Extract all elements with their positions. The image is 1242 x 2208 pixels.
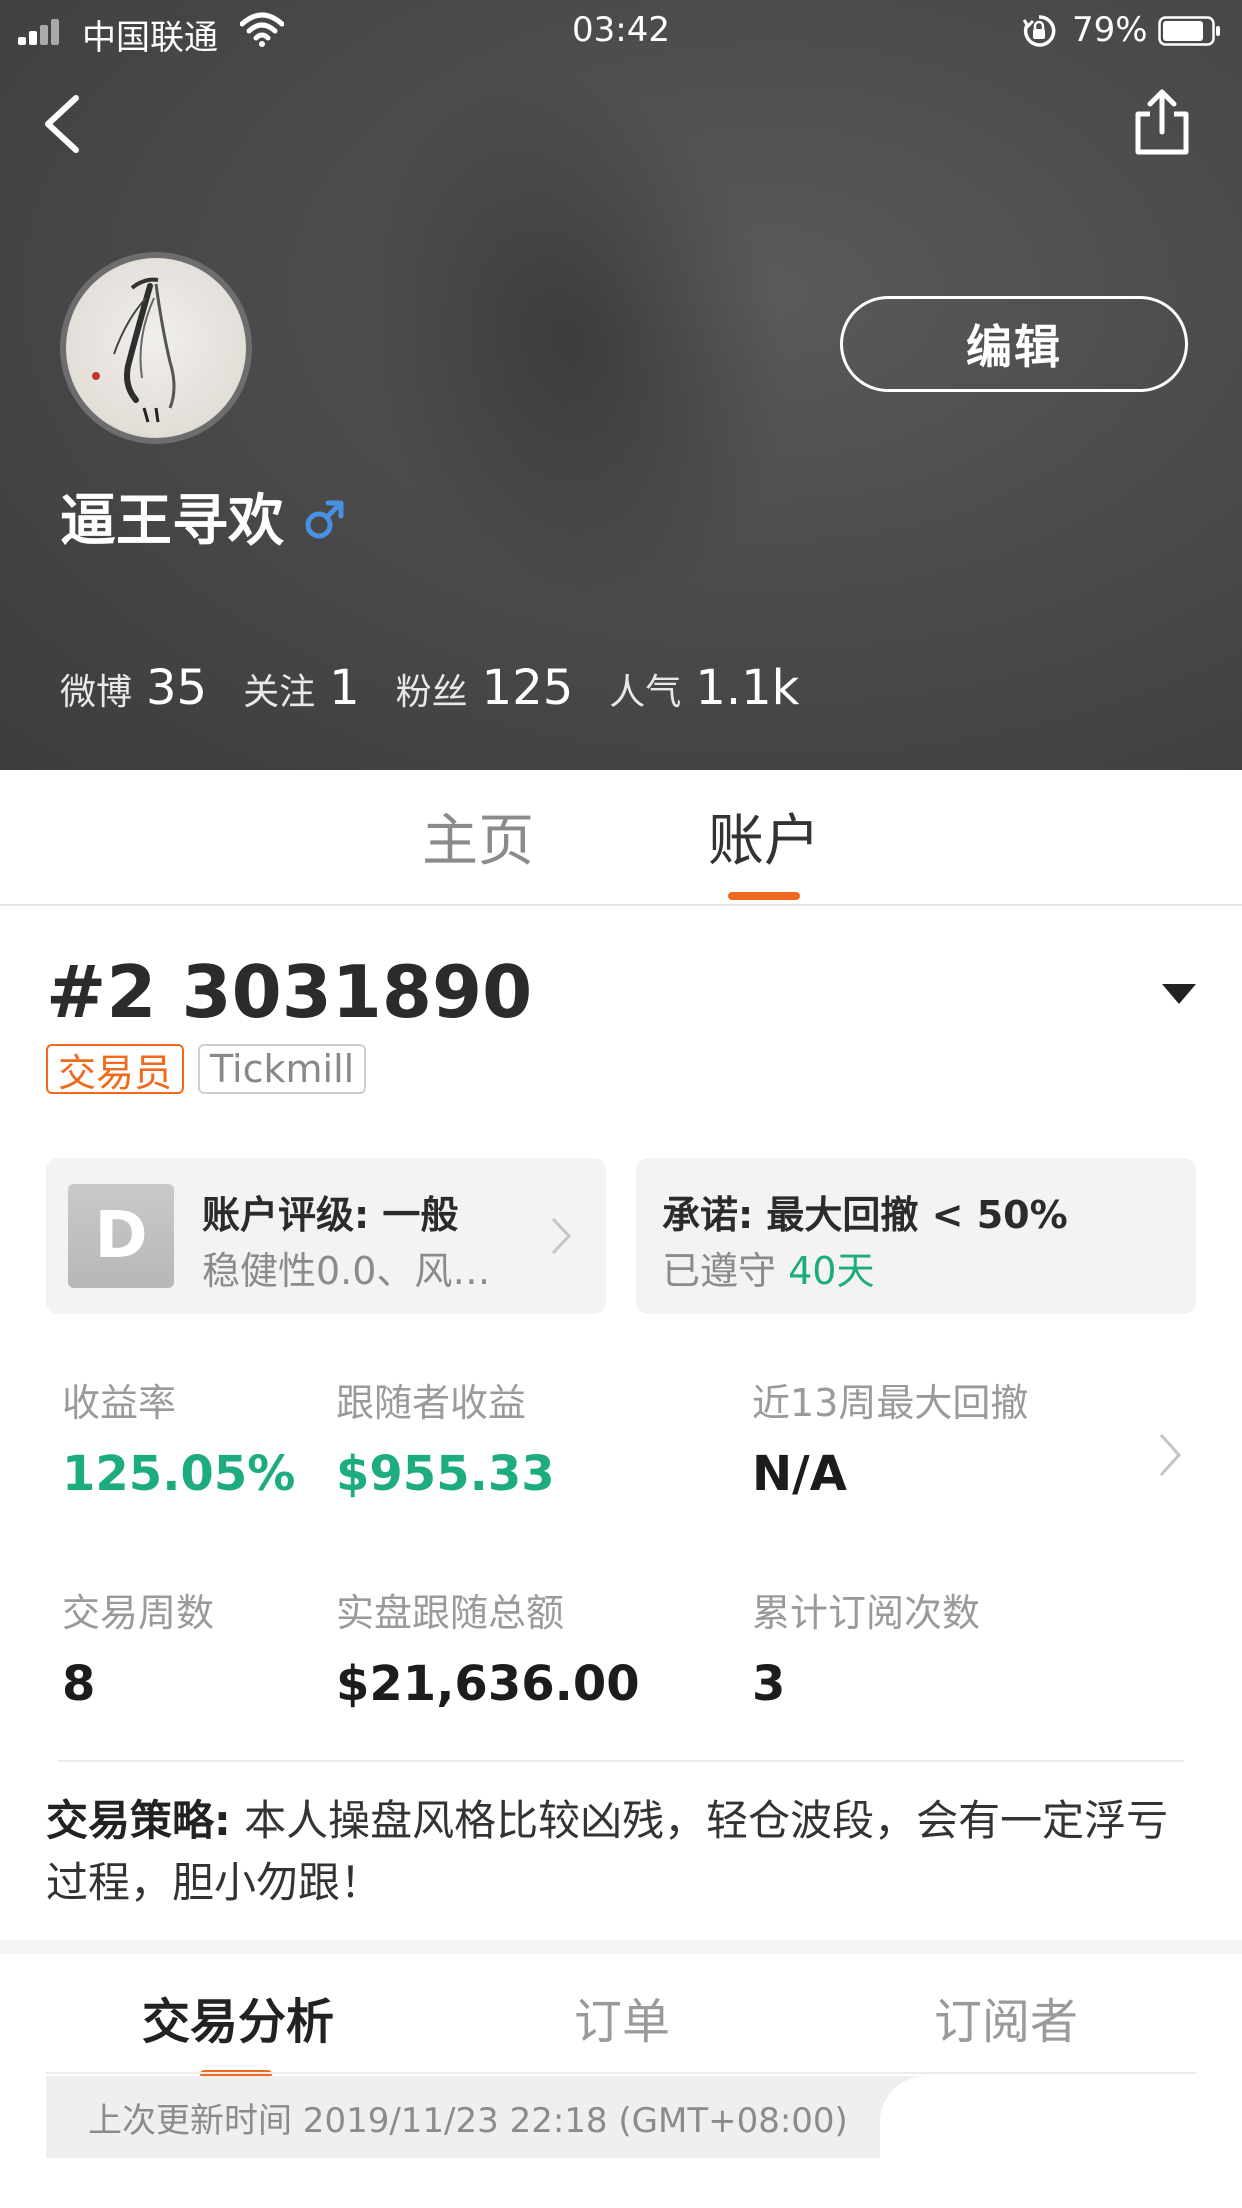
account-rating-card[interactable]: D 账户评级: 一般 稳健性0.0、风… [46, 1158, 606, 1314]
profile-name-row: 逼王寻欢 [60, 476, 344, 557]
chevron-right-icon[interactable] [1158, 1432, 1182, 1478]
stat-weibo[interactable]: 微博 35 [60, 660, 207, 716]
metric-value-return: 125.05% [62, 1446, 296, 1502]
last-update-bar: 上次更新时间 2019/11/23 22:18 (GMT+08:00) [46, 2076, 926, 2158]
dropdown-triangle-icon[interactable] [1160, 982, 1198, 1006]
battery-percentage: 79% [1072, 10, 1148, 50]
header-background-texture [283, 8, 857, 672]
chevron-right-icon [551, 1217, 572, 1255]
tab-home[interactable]: 主页 [422, 796, 534, 877]
trading-strategy: 交易策略: 本人操盘风格比较凶残，轻仓波段，会有一定浮亏过程，胆小勿跟！ [46, 1790, 1196, 1914]
metric-label-max-drawdown: 近13周最大回撤 [752, 1381, 1029, 1425]
profile-stats: 微博 35 关注 1 粉丝 125 人气 1.1k [60, 660, 835, 716]
stat-value: 35 [146, 660, 208, 716]
stat-followers[interactable]: 粉丝 125 [396, 660, 574, 716]
promise-subtitle-prefix: 已遵守 [662, 1249, 777, 1293]
stat-label: 关注 [243, 672, 316, 713]
tab-trade-analysis[interactable]: 交易分析 [142, 1982, 334, 2052]
metric-value-trading-weeks: 8 [62, 1656, 96, 1712]
promise-title: 承诺: 最大回撤 < 50% [662, 1193, 1068, 1237]
tab-subscribers[interactable]: 订阅者 [934, 1982, 1078, 2052]
rating-grade: D [68, 1184, 174, 1288]
analysis-tabs: 交易分析 订单 订阅者 [0, 1954, 1242, 2078]
metric-label-total-follow-amount: 实盘跟随总额 [336, 1591, 565, 1635]
strategy-label: 交易策略: [46, 1796, 231, 1845]
stat-value: 1 [329, 660, 360, 716]
metric-label-follower-profit: 跟随者收益 [336, 1381, 527, 1425]
metric-label-return: 收益率 [62, 1381, 177, 1425]
role-badge: 交易员 [46, 1044, 185, 1095]
back-icon[interactable] [36, 92, 92, 156]
subtabs-divider [46, 2072, 1196, 2074]
promise-card: 承诺: 最大回撤 < 50% 已遵守 40天 [636, 1158, 1196, 1314]
promise-days: 40天 [788, 1249, 875, 1293]
rating-subtitle: 稳健性0.0、风… [202, 1249, 491, 1293]
avatar-ink-figure [92, 277, 176, 423]
stat-label: 人气 [609, 672, 682, 713]
battery-icon [1158, 16, 1220, 46]
share-icon[interactable] [1130, 88, 1194, 158]
rating-title: 账户评级: 一般 [202, 1193, 459, 1237]
metric-value-follower-profit: $955.33 [336, 1446, 555, 1502]
stat-label: 粉丝 [395, 672, 468, 713]
edit-profile-button[interactable]: 编辑 [840, 296, 1188, 392]
status-bar: 中国联通 03:42 79% [0, 0, 1242, 60]
stat-value: 1.1k [695, 660, 800, 716]
metric-value-max-drawdown: N/A [752, 1446, 847, 1502]
promise-subtitle: 已遵守 40天 [662, 1240, 874, 1295]
metric-label-subscription-count: 累计订阅次数 [752, 1591, 981, 1635]
last-update-text: 上次更新时间 2019/11/23 22:18 (GMT+08:00) [88, 2100, 848, 2141]
account-number: #2 3031890 [46, 950, 533, 1034]
metric-value-total-follow-amount: $21,636.00 [336, 1656, 640, 1712]
broker-badge: Tickmill [198, 1044, 367, 1094]
rotation-lock-icon [1022, 15, 1056, 47]
active-tab-indicator [728, 892, 800, 900]
profile-name: 逼王寻欢 [60, 489, 284, 554]
metric-label-trading-weeks: 交易周数 [62, 1591, 215, 1635]
profile-tabs: 主页 账户 [0, 770, 1242, 906]
stat-value: 125 [481, 660, 574, 716]
section-gap [0, 1940, 1242, 1954]
stat-popularity: 人气 1.1k [609, 660, 799, 716]
stat-label: 微博 [60, 672, 133, 713]
avatar[interactable] [60, 252, 252, 444]
metric-value-subscription-count: 3 [752, 1656, 786, 1712]
tab-orders[interactable]: 订单 [574, 1982, 670, 2052]
profile-header: 中国联通 03:42 79% 编辑 逼王寻欢 微博 35 关注 1 粉丝 125… [0, 0, 1242, 770]
stat-following[interactable]: 关注 1 [243, 660, 360, 716]
tab-account[interactable]: 账户 [708, 796, 820, 877]
gender-male-icon [305, 500, 344, 538]
section-divider [58, 1760, 1184, 1762]
